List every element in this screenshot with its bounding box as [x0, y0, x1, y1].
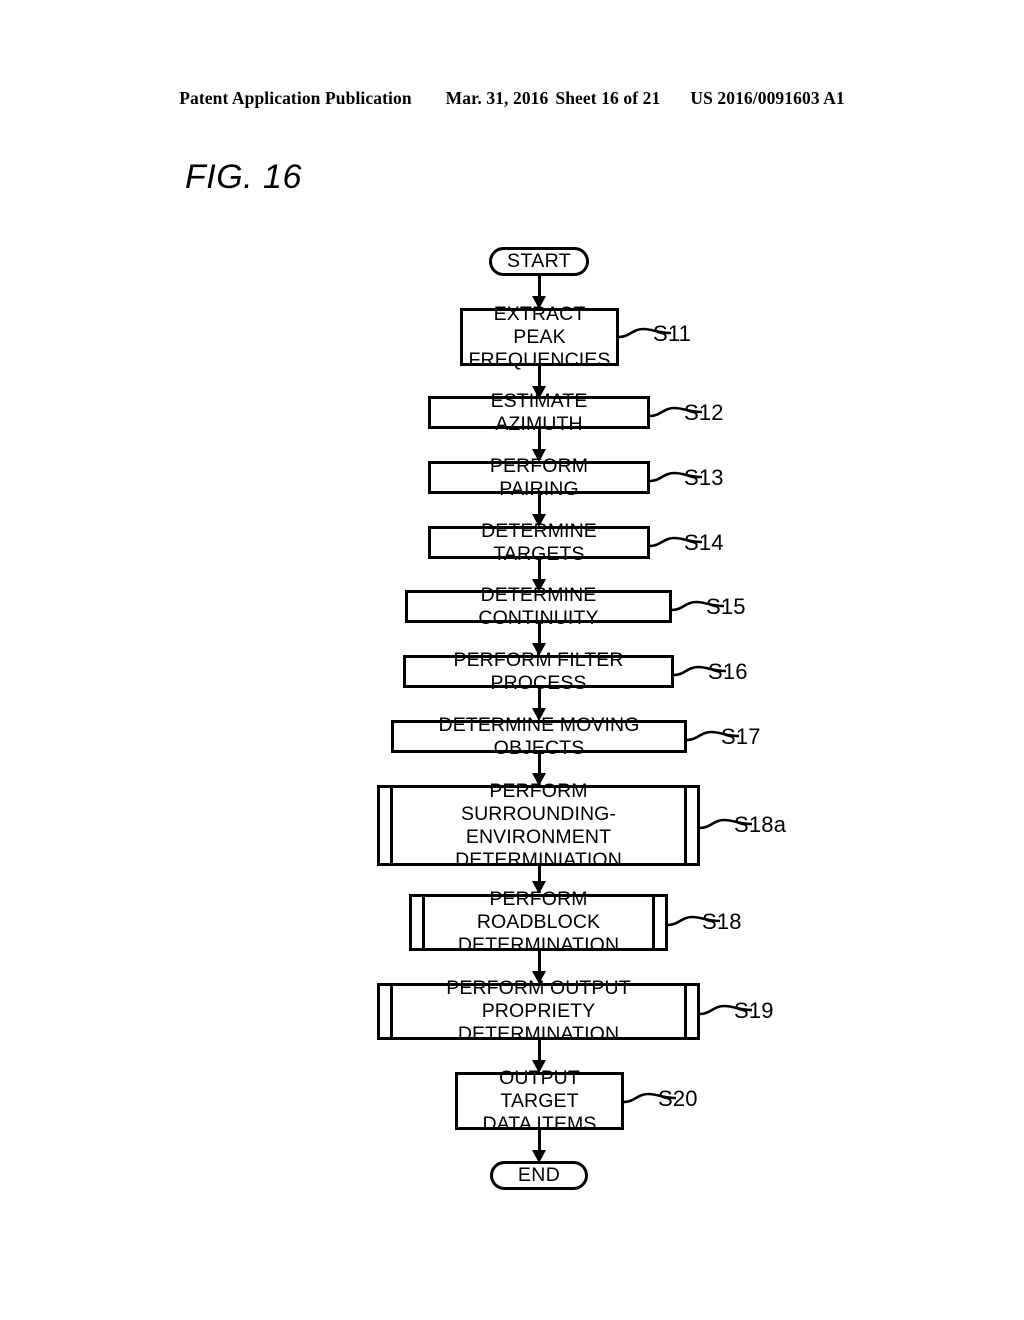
flow-node-s17-label: DETERMINE MOVING OBJECTS [438, 713, 640, 759]
flow-node-s16: PERFORM FILTER PROCESS [403, 649, 674, 694]
flow-node-s15-label: DETERMINE CONTINUITY [478, 583, 599, 629]
flow-node-s15: DETERMINE CONTINUITY [405, 584, 672, 629]
flow-node-s19: PERFORM OUTPUT PROPRIETY DETERMINATION [377, 977, 700, 1045]
step-label-s13: S13 [684, 465, 724, 490]
flow-node-s16-label: PERFORM FILTER PROCESS [453, 648, 624, 694]
step-label-s11: S11 [653, 321, 692, 346]
step-label-s16: S16 [708, 659, 748, 684]
flow-node-s14-label: DETERMINE TARGETS [481, 519, 597, 565]
flow-node-s18a: PERFORM SURROUNDING-ENVIRONMENT DETERMIN… [377, 780, 700, 871]
flow-node-start-label: START [506, 250, 572, 272]
flow-node-s12: ESTIMATE AZIMUTH [428, 390, 650, 435]
flow-node-s11-label: EXTRACT PEAK FREQUENCIES [468, 302, 611, 371]
flow-node-s20-label: OUTPUT TARGET DATA ITEMS [482, 1066, 597, 1135]
flow-node-s17: DETERMINE MOVING OBJECTS [391, 714, 687, 759]
flow-node-s13: PERFORM PAIRING [428, 455, 650, 500]
step-label-s18: S18 [702, 909, 742, 934]
flowchart-diagram: START EXTRACT PEAK FREQUENCIES S11 ESTIM… [0, 0, 1024, 1320]
flow-node-end-label: END [517, 1164, 561, 1186]
step-label-s20: S20 [658, 1086, 698, 1111]
step-label-s17: S17 [721, 724, 761, 749]
step-label-s14: S14 [684, 530, 724, 555]
flow-node-s18: PERFORM ROADBLOCK DETERMINATION [409, 888, 668, 956]
flow-node-end: END [490, 1161, 588, 1190]
flow-node-s18a-label: PERFORM SURROUNDING-ENVIRONMENT DETERMIN… [455, 779, 622, 871]
step-label-s12: S12 [684, 400, 724, 425]
flow-node-s11: EXTRACT PEAK FREQUENCIES [460, 303, 619, 371]
flow-node-start: START [489, 247, 589, 276]
flow-node-s12-label: ESTIMATE AZIMUTH [490, 389, 588, 435]
flow-node-s19-label: PERFORM OUTPUT PROPRIETY DETERMINATION [446, 977, 631, 1045]
step-label-s15: S15 [706, 594, 746, 619]
flow-node-s13-label: PERFORM PAIRING [489, 454, 589, 500]
step-label-s19: S19 [734, 998, 774, 1023]
flow-node-s14: DETERMINE TARGETS [428, 520, 650, 565]
flow-node-s18-label: PERFORM ROADBLOCK DETERMINATION [457, 888, 620, 956]
flow-node-s20: OUTPUT TARGET DATA ITEMS [455, 1067, 624, 1135]
step-label-s18a: S18a [734, 812, 787, 837]
